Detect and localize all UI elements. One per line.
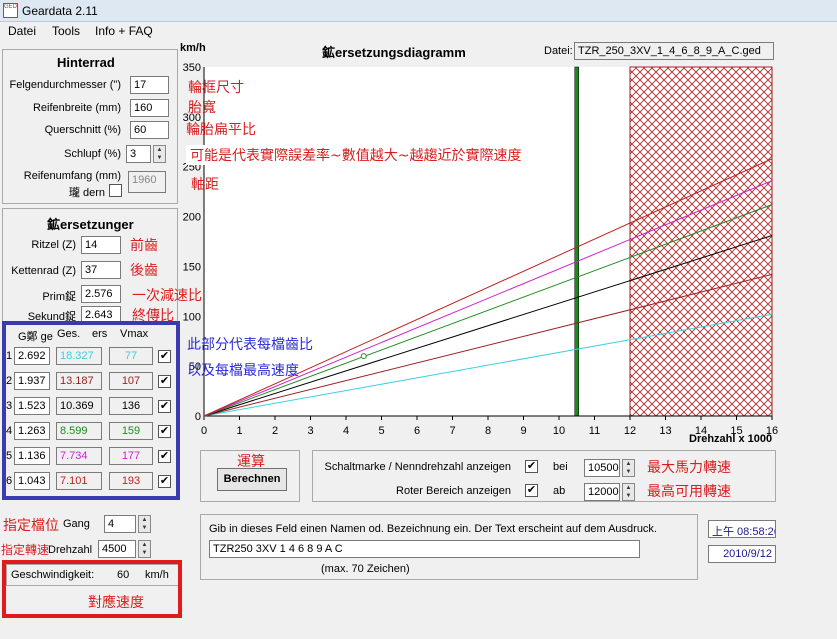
x-tick-label: 4 (343, 425, 349, 437)
title-bar: GED Geardata 2.11 (0, 0, 837, 22)
annotation-rpm-sel: 指定轉速 (1, 543, 50, 557)
breite-label: Reifenbreite (mm) (32, 102, 121, 114)
ritzel-label: Ritzel (Z) (31, 239, 76, 251)
bei-label: bei (553, 461, 568, 473)
primaer-label: Prim鋜 (42, 291, 76, 303)
red-zone (629, 66, 773, 417)
operating-point-marker (360, 353, 367, 360)
schaltmarke-checkbox[interactable]: ✔ (525, 460, 538, 473)
annotation-front: 前齒 (130, 238, 158, 254)
annotation-primary: 一次減速比 (132, 288, 202, 304)
umfang-label: Reifenumfang (mm) (23, 170, 121, 182)
file-label: Datei: (544, 45, 573, 57)
quer-input[interactable]: 60 (130, 121, 169, 139)
annotation-gear-ratio: 此部分代表每檔齒比 (187, 337, 313, 353)
bei-input[interactable]: 10500 (584, 459, 620, 477)
schlupf-label: Schlupf (%) (64, 148, 121, 160)
x-tick-label: 8 (485, 425, 491, 437)
aendern-label: 瓏 dern (68, 187, 105, 199)
annotation-rim: 輪框尺寸 (188, 80, 244, 96)
diagram-title: 鉱ersetzungsdiagramm (322, 45, 466, 60)
annotation-gear-sel: 指定檔位 (3, 518, 59, 534)
note-hint: Gib in dieses Feld einen Namen od. Bezei… (209, 523, 657, 535)
note-max: (max. 70 Zeichen) (321, 563, 410, 575)
menu-bar: Datei Tools Info + FAQ (0, 22, 837, 41)
y-tick-label: 150 (183, 261, 201, 273)
drehzahl-label: Drehzahl (48, 544, 93, 556)
clock-date: 2010/9/12 (708, 545, 776, 563)
x-tick-label: 10 (553, 425, 565, 437)
x-tick-label: 9 (520, 425, 526, 437)
x-tick-label: 0 (201, 425, 207, 437)
annotation-max-rpm: 最高可用轉速 (647, 484, 731, 500)
annotation-slip: 可能是代表實際誤差率~數值越大~越趨近於實際速度 (186, 145, 526, 165)
annotation-gear-max: 以及每檔最高速度 (187, 363, 299, 379)
gear-chart: 0 1 2 3 4 5 6 7 8 9 10 11 12 13 14 15 160501001502002503… (183, 62, 778, 437)
x-tick-label: 2 (272, 425, 278, 437)
x-tick-label: 7 (449, 425, 455, 437)
y-tick-label: 0 (195, 411, 201, 423)
display-options-panel: Schaltmarke / Nenndrehzahl anzeigen ✔ be… (312, 450, 776, 502)
x-tick-label: 13 (659, 425, 671, 437)
gang-stepper[interactable]: ▲ ▼ (138, 515, 151, 533)
x-tick-label: 3 (307, 425, 313, 437)
bei-stepper[interactable]: ▲ ▼ (622, 459, 635, 477)
felgen-input[interactable]: 17 (130, 76, 169, 94)
window-title: Geardata 2.11 (22, 4, 98, 18)
y-tick-label: 200 (183, 212, 201, 224)
kettenrad-input[interactable]: 37 (81, 261, 121, 279)
hinterrad-title: Hinterrad (57, 55, 115, 70)
annotation-width: 胎寬 (188, 100, 216, 116)
roter-label: Roter Bereich anzeigen (396, 485, 511, 497)
x-tick-label: 5 (378, 425, 384, 437)
primaer-input[interactable]: 2.576 (81, 285, 121, 303)
menu-datei[interactable]: Datei (8, 24, 36, 38)
breite-input[interactable]: 160 (130, 99, 169, 117)
annotation-aspect: 輪胎扁平比 (186, 122, 256, 138)
note-panel: Gib in dieses Feld einen Namen od. Bezei… (200, 514, 698, 580)
aendern-checkbox[interactable] (109, 184, 122, 197)
x-unit-label: Drehzahl x 1000 (689, 433, 773, 445)
y-tick-label: 350 (183, 62, 201, 74)
umfang-input[interactable]: 1960 (128, 171, 166, 193)
ritzel-input[interactable]: 14 (81, 236, 121, 254)
app-icon: GED (3, 3, 18, 18)
annotation-final: 終傳比 (132, 308, 174, 324)
hinterrad-panel: Hinterrad Felgendurchmesser (") 17 Reife… (2, 49, 178, 204)
x-tick-label: 1 (236, 425, 242, 437)
berechnen-button[interactable]: Berechnen (217, 468, 287, 491)
gang-label: Gang (63, 518, 90, 530)
annotation-rear: 後齒 (130, 263, 158, 279)
annotation-speed-sel: 對應速度 (88, 595, 144, 611)
uebersetzungen-title: 鉱ersetzunger (47, 217, 134, 232)
quer-label: Querschnitt (%) (44, 124, 121, 136)
clock-time: 上午 08:58:26 (708, 520, 776, 538)
y-unit-label: km/h (180, 42, 206, 54)
annotation-blue-box (2, 321, 180, 500)
ab-label: ab (553, 485, 566, 497)
kettenrad-label: Kettenrad (Z) (11, 265, 76, 277)
x-tick-label: 6 (414, 425, 420, 437)
drehzahl-input[interactable]: 4500 (98, 540, 136, 558)
schaltmarke-label: Schaltmarke / Nenndrehzahl anzeigen (324, 461, 511, 473)
schlupf-stepper[interactable]: ▲ ▼ (153, 145, 166, 163)
x-tick-label: 12 (624, 425, 636, 437)
ab-stepper[interactable]: ▲ ▼ (622, 483, 635, 501)
schlupf-input[interactable]: 3 (126, 145, 151, 163)
felgen-label: Felgendurchmesser (") (9, 79, 122, 91)
menu-tools[interactable]: Tools (52, 24, 80, 38)
berechnen-panel: 運算 Berechnen (200, 450, 300, 502)
gang-input[interactable]: 4 (104, 515, 136, 533)
drehzahl-stepper[interactable]: ▲ ▼ (138, 540, 151, 558)
note-input[interactable]: TZR250 3XV 1 4 6 8 9 A C (209, 540, 640, 558)
menu-info-faq[interactable]: Info + FAQ (95, 24, 153, 38)
annotation-max-hp: 最大馬力轉速 (647, 460, 731, 476)
file-name-field: TZR_250_3XV_1_4_6_8_9_A_C.ged (574, 42, 774, 60)
ab-input[interactable]: 12000 (584, 483, 620, 501)
shift-mark (574, 66, 579, 417)
annotation-circ: 軸距 (191, 177, 219, 193)
roter-checkbox[interactable]: ✔ (525, 484, 538, 497)
y-tick-label: 100 (183, 311, 201, 323)
x-tick-label: 11 (589, 425, 600, 437)
